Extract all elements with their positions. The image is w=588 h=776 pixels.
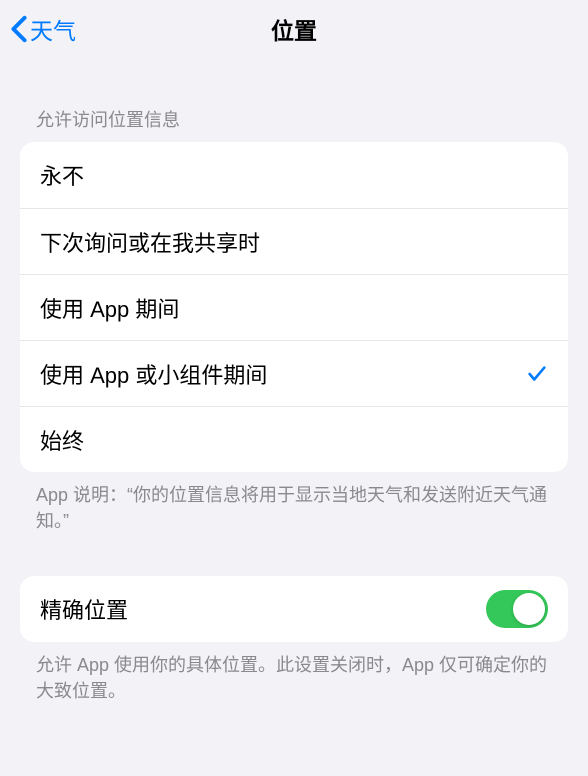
option-while-using[interactable]: 使用 App 期间	[20, 274, 568, 340]
section-footer-precise-location: 允许 App 使用你的具体位置。此设置关闭时，App 仅可确定你的大致位置。	[0, 642, 588, 704]
precise-location-toggle[interactable]	[486, 590, 548, 628]
back-button[interactable]: 天气	[10, 12, 76, 46]
precise-location-row: 精确位置	[20, 576, 568, 642]
option-label: 永不	[40, 159, 84, 191]
precise-location-label: 精确位置	[40, 593, 128, 625]
toggle-knob	[513, 593, 545, 625]
option-ask-next-time[interactable]: 下次询问或在我共享时	[20, 208, 568, 274]
section-footer-app-description: App 说明：“你的位置信息将用于显示当地天气和发送附近天气通知。”	[0, 472, 588, 534]
option-label: 始终	[40, 424, 84, 456]
option-label: 使用 App 或小组件期间	[40, 358, 267, 390]
navigation-bar: 天气 位置	[0, 0, 588, 58]
option-always[interactable]: 始终	[20, 406, 568, 472]
chevron-left-icon	[10, 15, 28, 43]
checkmark-icon	[526, 363, 548, 385]
section-header-allow-access: 允许访问位置信息	[0, 58, 588, 142]
precise-location-group: 精确位置	[20, 576, 568, 642]
option-never[interactable]: 永不	[20, 142, 568, 208]
option-label: 使用 App 期间	[40, 292, 179, 324]
back-label: 天气	[30, 12, 76, 46]
page-title: 位置	[271, 12, 317, 46]
location-access-options: 永不 下次询问或在我共享时 使用 App 期间 使用 App 或小组件期间 始终	[20, 142, 568, 472]
option-while-using-or-widgets[interactable]: 使用 App 或小组件期间	[20, 340, 568, 406]
option-label: 下次询问或在我共享时	[40, 226, 260, 258]
